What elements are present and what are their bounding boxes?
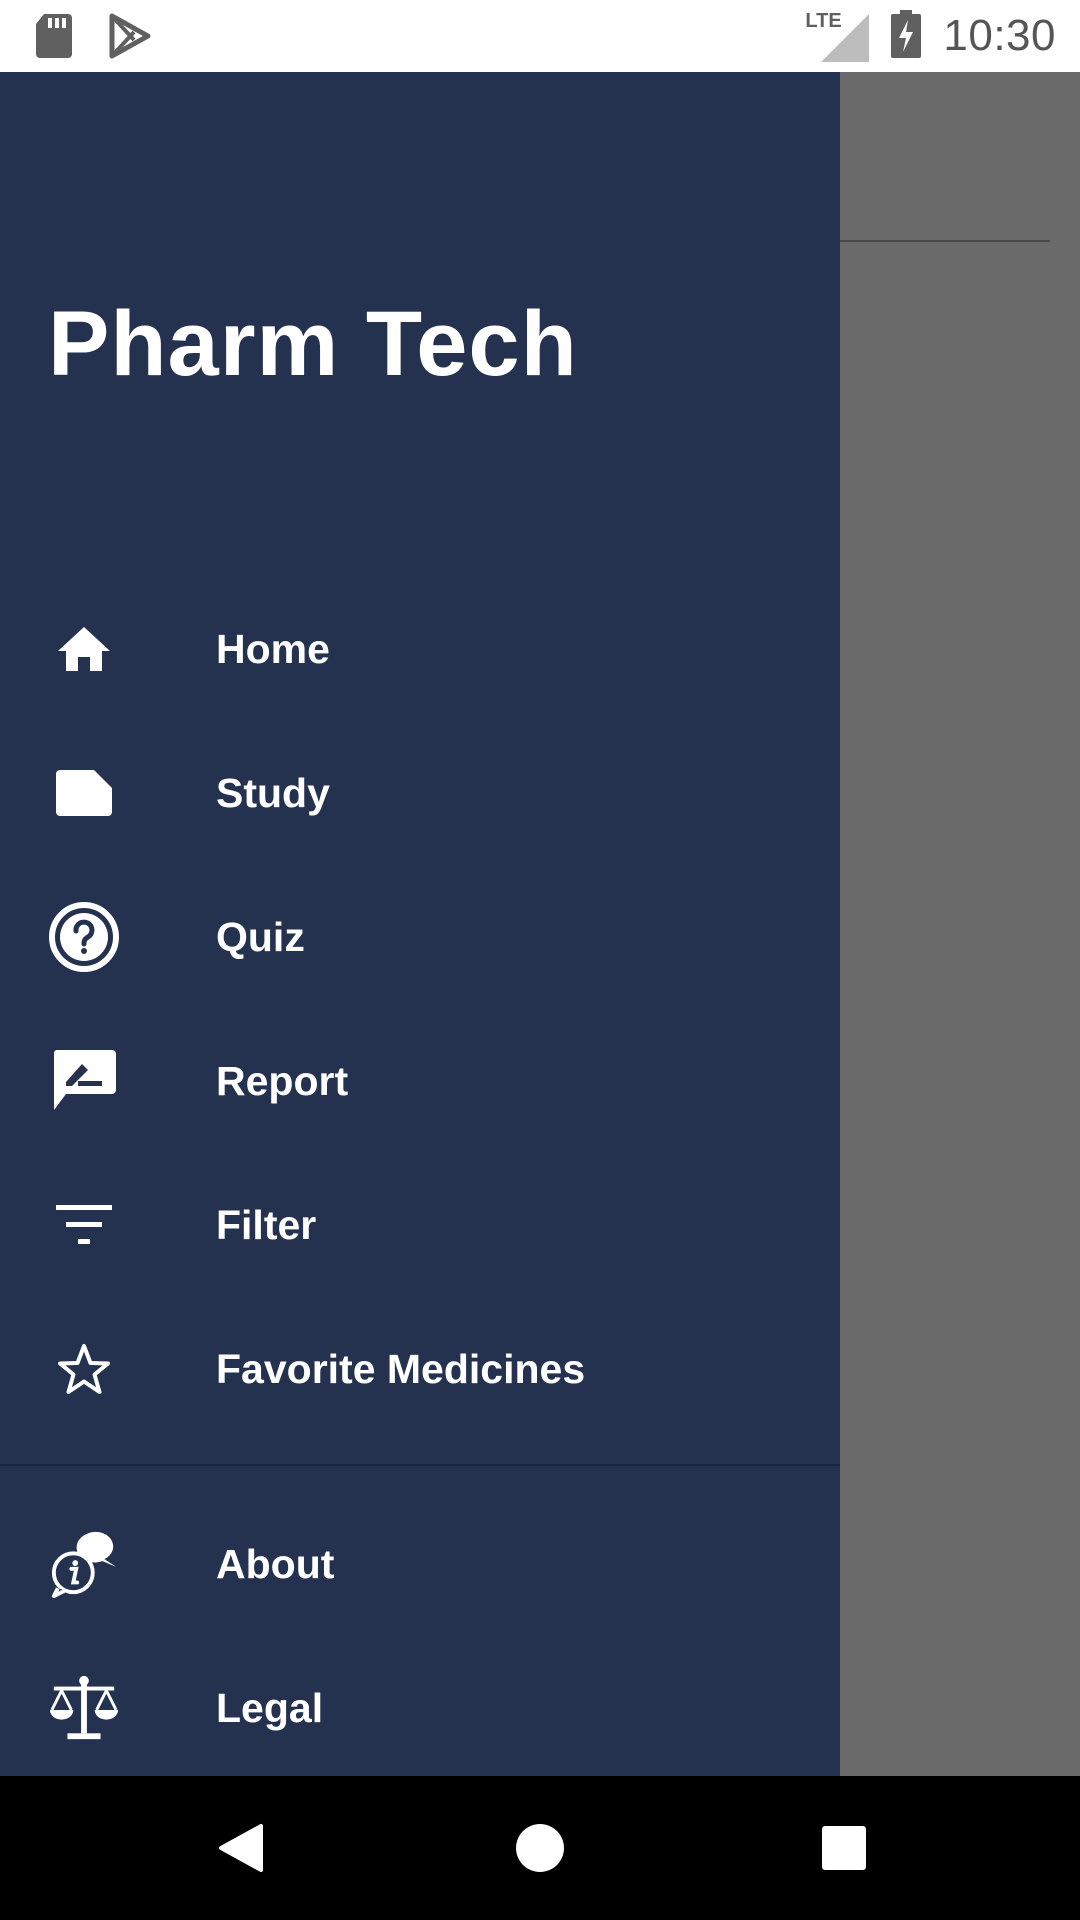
menu-item-report[interactable]: Report (0, 1009, 840, 1153)
system-nav-bar (0, 1776, 1080, 1920)
status-time: 10:30 (943, 11, 1056, 60)
play-store-icon (108, 12, 152, 65)
background-divider (840, 240, 1050, 242)
menu-item-label: Home (216, 625, 330, 672)
menu-item-home[interactable]: Home (0, 577, 840, 721)
navigation-drawer: Pharm Tech Home Study Quiz Report Filter… (0, 72, 840, 1776)
signal-icon: LTE (805, 10, 870, 62)
recents-icon[interactable] (816, 1820, 872, 1876)
status-left (34, 12, 152, 65)
home-icon (48, 613, 120, 685)
note-icon (48, 757, 120, 829)
menu-item-filter[interactable]: Filter (0, 1153, 840, 1297)
sd-card-icon (34, 12, 74, 65)
menu-item-label: Favorite Medicines (216, 1345, 586, 1392)
battery-charging-icon (891, 9, 922, 63)
menu-item-legal[interactable]: Legal (0, 1636, 840, 1780)
scales-icon (48, 1672, 120, 1744)
info-chat-icon (48, 1528, 120, 1600)
menu-item-label: Report (216, 1057, 349, 1104)
status-bar: LTE 10:30 (0, 0, 1080, 72)
rate-review-icon (48, 1045, 120, 1117)
drawer-title: Pharm Tech (48, 293, 578, 395)
drawer-divider (0, 1464, 840, 1466)
star-outline-icon (48, 1333, 120, 1405)
menu-item-about[interactable]: About (0, 1492, 840, 1636)
menu-item-study[interactable]: Study (0, 721, 840, 865)
status-right: LTE 10:30 (805, 0, 1056, 72)
menu-item-label: Legal (216, 1684, 324, 1731)
menu-item-label: Study (216, 769, 330, 816)
filter-icon (48, 1189, 120, 1261)
network-type: LTE (805, 10, 842, 32)
menu-item-quiz[interactable]: Quiz (0, 865, 840, 1009)
home-circle-icon[interactable] (512, 1820, 568, 1876)
menu-item-label: Quiz (216, 913, 305, 960)
menu-item-favorite-medicines[interactable]: Favorite Medicines (0, 1297, 840, 1441)
back-icon[interactable] (212, 1820, 268, 1876)
menu-item-label: Filter (216, 1201, 317, 1248)
menu-item-label: About (216, 1540, 335, 1587)
scrim[interactable] (840, 72, 1080, 1776)
help-circle-icon (48, 901, 120, 973)
